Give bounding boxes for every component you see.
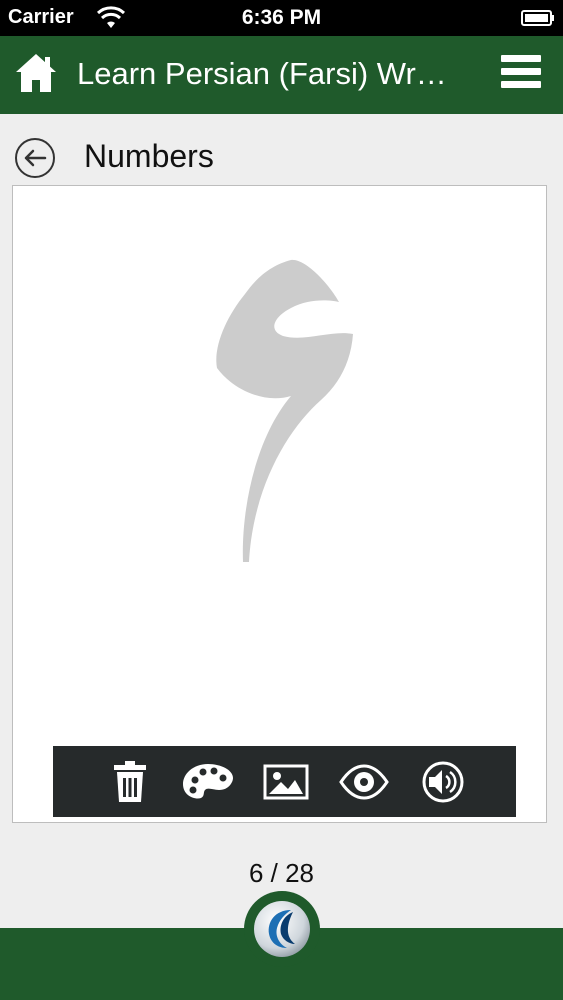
battery-icon bbox=[521, 10, 554, 26]
image-icon[interactable] bbox=[261, 760, 311, 804]
app-header: Learn Persian (Farsi) Wr… bbox=[0, 36, 563, 114]
status-time: 6:36 PM bbox=[241, 6, 322, 29]
page-counter: 6 / 28 bbox=[248, 858, 315, 888]
home-icon[interactable] bbox=[14, 52, 58, 94]
trash-icon[interactable] bbox=[105, 760, 155, 804]
eye-icon[interactable] bbox=[339, 760, 389, 804]
app-logo-icon[interactable] bbox=[253, 900, 311, 958]
speaker-icon[interactable] bbox=[419, 760, 469, 804]
drawing-toolbar bbox=[53, 746, 516, 817]
palette-icon[interactable] bbox=[181, 760, 235, 804]
persian-digit-six-glyph bbox=[216, 259, 353, 562]
status-bar: Carrier 6:36 PM bbox=[0, 0, 563, 36]
app-title: Learn Persian (Farsi) Wr… bbox=[77, 56, 447, 91]
section-title: Numbers bbox=[84, 138, 214, 174]
drawing-canvas[interactable] bbox=[12, 185, 547, 823]
menu-icon[interactable] bbox=[501, 54, 541, 90]
back-arrow-icon[interactable] bbox=[14, 137, 56, 179]
